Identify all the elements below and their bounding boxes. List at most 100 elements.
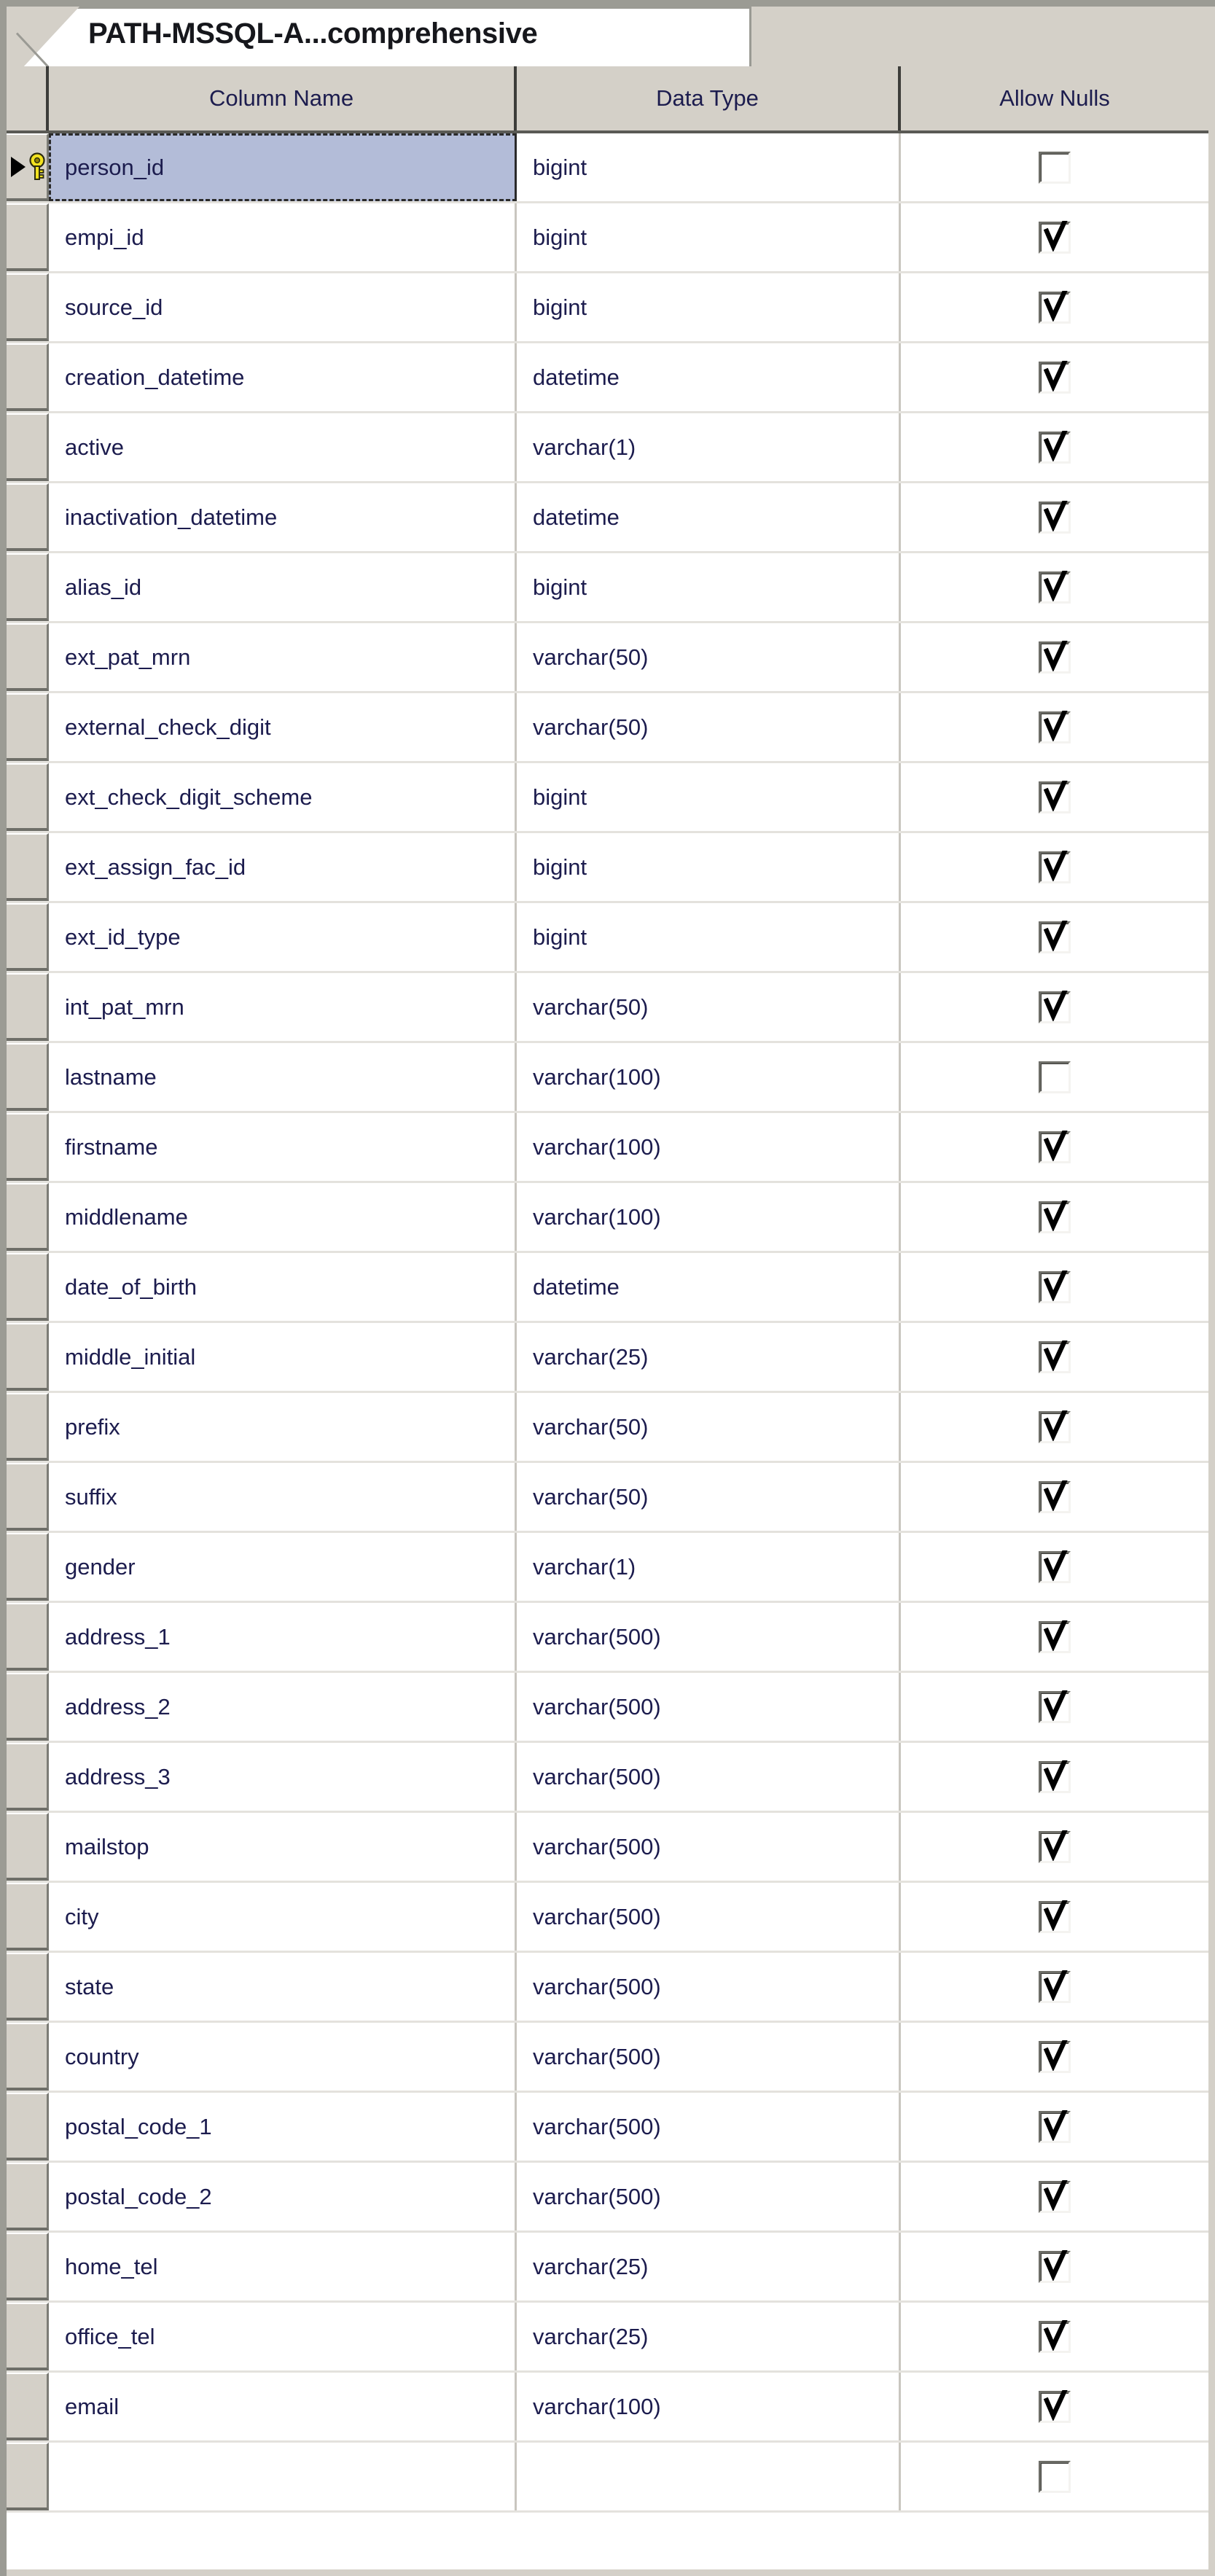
cell-allow-nulls[interactable] [901,203,1208,271]
cell-column-name[interactable]: office_tel [49,2303,517,2370]
cell-allow-nulls[interactable] [901,903,1208,971]
grid-row[interactable]: city varchar(500) [7,1883,1208,1953]
allow-nulls-checkbox[interactable] [1039,2040,1071,2073]
cell-column-name[interactable]: state [49,1953,517,2021]
allow-nulls-checkbox[interactable] [1039,220,1071,254]
row-selector-cell[interactable] [7,1673,49,1741]
cell-column-name[interactable]: address_3 [49,1743,517,1811]
row-selector-cell[interactable] [7,833,49,901]
row-selector-cell[interactable] [7,2443,49,2510]
cell-column-name[interactable]: ext_pat_mrn [49,623,517,691]
cell-data-type[interactable]: varchar(1) [517,413,901,481]
cell-column-name[interactable] [49,2443,517,2510]
allow-nulls-checkbox[interactable] [1039,850,1071,883]
row-selector-cell[interactable] [7,623,49,691]
cell-allow-nulls[interactable] [901,1183,1208,1251]
cell-allow-nulls[interactable] [901,1603,1208,1671]
cell-allow-nulls[interactable] [901,1813,1208,1881]
cell-data-type[interactable]: varchar(100) [517,1183,901,1251]
row-selector-cell[interactable] [7,1323,49,1391]
row-selector-cell[interactable] [7,1393,49,1461]
cell-column-name[interactable]: postal_code_2 [49,2163,517,2230]
cell-data-type[interactable]: bigint [517,203,901,271]
cell-data-type[interactable]: varchar(100) [517,2373,901,2440]
allow-nulls-checkbox[interactable] [1039,1200,1071,1233]
grid-row[interactable]: date_of_birth datetime [7,1253,1208,1323]
grid-row[interactable]: address_1 varchar(500) [7,1603,1208,1673]
grid-row[interactable]: mailstop varchar(500) [7,1813,1208,1883]
cell-data-type[interactable]: varchar(500) [517,1673,901,1741]
cell-data-type[interactable]: varchar(500) [517,2093,901,2161]
grid-row[interactable]: address_2 varchar(500) [7,1673,1208,1743]
cell-data-type[interactable]: varchar(50) [517,1463,901,1531]
cell-column-name[interactable]: prefix [49,1393,517,1461]
cell-column-name[interactable]: creation_datetime [49,343,517,411]
cell-allow-nulls[interactable] [901,2303,1208,2370]
allow-nulls-checkbox[interactable] [1039,2389,1071,2423]
grid-row[interactable]: country varchar(500) [7,2023,1208,2093]
allow-nulls-checkbox[interactable] [1039,1130,1071,1163]
row-selector-cell[interactable] [7,553,49,621]
row-selector-cell[interactable] [7,2373,49,2440]
row-selector-cell[interactable] [7,1253,49,1321]
grid-row[interactable]: postal_code_2 varchar(500) [7,2163,1208,2233]
allow-nulls-checkbox[interactable] [1039,1760,1071,1793]
cell-data-type[interactable]: varchar(50) [517,973,901,1041]
row-selector-cell[interactable] [7,413,49,481]
cell-allow-nulls[interactable] [901,2163,1208,2230]
header-allow-nulls[interactable]: Allow Nulls [901,66,1208,130]
cell-column-name[interactable]: lastname [49,1043,517,1111]
row-selector-cell[interactable] [7,2233,49,2300]
grid-row[interactable]: prefix varchar(50) [7,1393,1208,1463]
cell-data-type[interactable]: bigint [517,763,901,831]
cell-data-type[interactable]: varchar(500) [517,2023,901,2091]
grid-row[interactable]: ext_pat_mrn varchar(50) [7,623,1208,693]
grid-row[interactable]: inactivation_datetime datetime [7,483,1208,553]
row-selector-cell[interactable] [7,133,49,201]
cell-column-name[interactable]: mailstop [49,1813,517,1881]
allow-nulls-checkbox[interactable] [1039,1061,1071,1093]
grid-row[interactable]: empi_id bigint [7,203,1208,273]
cell-data-type[interactable]: varchar(500) [517,1603,901,1671]
grid-row[interactable]: middle_initial varchar(25) [7,1323,1208,1393]
cell-data-type[interactable]: bigint [517,833,901,901]
cell-allow-nulls[interactable] [901,1113,1208,1181]
cell-data-type[interactable]: varchar(500) [517,2163,901,2230]
grid-row[interactable]: postal_code_1 varchar(500) [7,2093,1208,2163]
cell-allow-nulls[interactable] [901,623,1208,691]
allow-nulls-checkbox[interactable] [1039,2319,1071,2353]
cell-data-type[interactable]: varchar(500) [517,1953,901,2021]
allow-nulls-checkbox[interactable] [1039,920,1071,953]
cell-column-name[interactable]: gender [49,1533,517,1601]
row-selector-cell[interactable] [7,1113,49,1181]
grid-row[interactable]: gender varchar(1) [7,1533,1208,1603]
cell-data-type[interactable]: bigint [517,133,901,201]
allow-nulls-checkbox[interactable] [1039,990,1071,1023]
allow-nulls-checkbox[interactable] [1039,1340,1071,1373]
allow-nulls-checkbox[interactable] [1039,430,1071,464]
cell-column-name[interactable]: empi_id [49,203,517,271]
allow-nulls-checkbox[interactable] [1039,1270,1071,1303]
cell-allow-nulls[interactable] [901,1323,1208,1391]
allow-nulls-checkbox[interactable] [1039,1900,1071,1933]
tab-table-designer[interactable]: PATH-MSSQL-A...comprehensive [23,7,751,66]
cell-allow-nulls[interactable] [901,413,1208,481]
cell-column-name[interactable]: address_2 [49,1673,517,1741]
cell-allow-nulls[interactable] [901,763,1208,831]
cell-column-name[interactable]: suffix [49,1463,517,1531]
cell-column-name[interactable]: firstname [49,1113,517,1181]
cell-data-type[interactable]: bigint [517,273,901,341]
cell-column-name[interactable]: ext_assign_fac_id [49,833,517,901]
row-selector-cell[interactable] [7,903,49,971]
row-selector-cell[interactable] [7,1043,49,1111]
cell-allow-nulls[interactable] [901,1953,1208,2021]
cell-column-name[interactable]: ext_id_type [49,903,517,971]
allow-nulls-checkbox[interactable] [1039,780,1071,813]
cell-column-name[interactable]: country [49,2023,517,2091]
grid-row[interactable]: external_check_digit varchar(50) [7,693,1208,763]
allow-nulls-checkbox[interactable] [1039,500,1071,534]
allow-nulls-checkbox[interactable] [1039,1830,1071,1863]
row-selector-cell[interactable] [7,2093,49,2161]
grid-row[interactable]: person_id bigint [7,133,1208,203]
cell-data-type[interactable]: varchar(50) [517,693,901,761]
